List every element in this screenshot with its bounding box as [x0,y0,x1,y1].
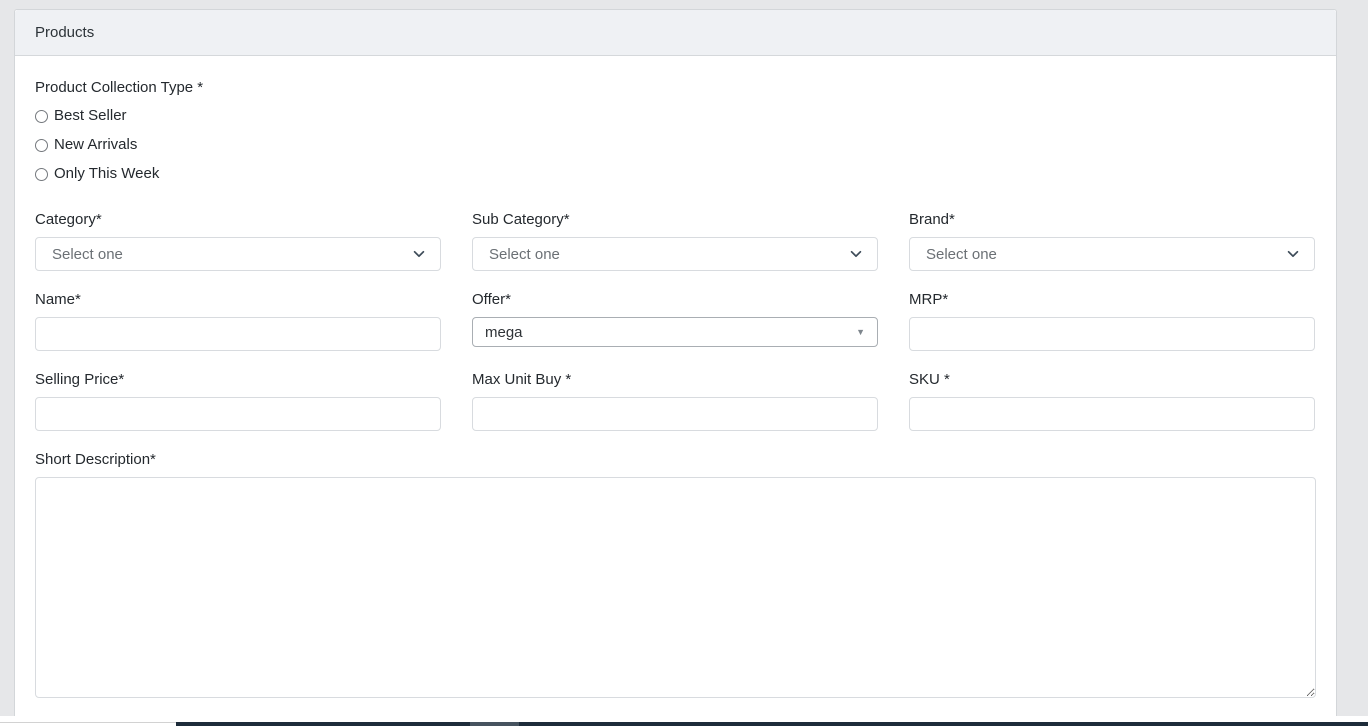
collection-type-radio-group: Best Seller New Arrivals Only This Week [35,109,1316,181]
field-selling-price: Selling Price* [35,372,441,431]
brand-label: Brand* [909,212,1315,227]
radio-option-only-this-week[interactable]: Only This Week [35,167,1316,181]
max-unit-buy-label: Max Unit Buy * [472,372,878,387]
selling-price-label: Selling Price* [35,372,441,387]
chevron-down-icon [1286,247,1300,261]
scrollbar-thumb[interactable] [470,722,519,726]
card-title: Products [35,24,94,41]
field-offer: Offer* mega ▼ [472,292,878,351]
dropdown-arrow-icon: ▼ [856,328,865,337]
category-label: Category* [35,212,441,227]
field-mrp: MRP* [909,292,1315,351]
offer-select-value: mega [485,324,523,341]
radio-button-icon[interactable] [35,139,48,152]
name-input[interactable] [35,317,441,351]
category-select-value: Select one [52,246,123,263]
category-select[interactable]: Select one [35,237,441,271]
short-description-label: Short Description* [35,452,1316,467]
radio-button-icon[interactable] [35,110,48,123]
radio-option-best-seller[interactable]: Best Seller [35,109,1316,123]
brand-select-value: Select one [926,246,997,263]
radio-option-label: New Arrivals [54,138,137,152]
card-body: Product Collection Type * Best Seller Ne… [15,56,1336,698]
sub-category-label: Sub Category* [472,212,878,227]
name-label: Name* [35,292,441,307]
field-name: Name* [35,292,441,351]
chevron-down-icon [412,247,426,261]
mrp-label: MRP* [909,292,1315,307]
card-header: Products [15,10,1336,56]
max-unit-buy-input[interactable] [472,397,878,431]
radio-option-new-arrivals[interactable]: New Arrivals [35,138,1316,152]
field-max-unit-buy: Max Unit Buy * [472,372,878,431]
field-short-description: Short Description* [35,452,1316,698]
field-sku: SKU * [909,372,1315,431]
chevron-down-icon [849,247,863,261]
sub-category-select[interactable]: Select one [472,237,878,271]
sku-input[interactable] [909,397,1315,431]
radio-option-label: Best Seller [54,109,127,123]
field-sub-category: Sub Category* Select one [472,212,878,271]
products-card: Products Product Collection Type * Best … [14,9,1337,716]
offer-label: Offer* [472,292,878,307]
field-grid: Category* Select one Sub Category* Selec… [35,212,1316,431]
brand-select[interactable]: Select one [909,237,1315,271]
radio-option-label: Only This Week [54,167,159,181]
mrp-input[interactable] [909,317,1315,351]
field-brand: Brand* Select one [909,212,1315,271]
bottom-bar-dark-segment [176,722,1368,726]
radio-button-icon[interactable] [35,168,48,181]
sub-category-select-value: Select one [489,246,560,263]
offer-select[interactable]: mega ▼ [472,317,878,347]
field-category: Category* Select one [35,212,441,271]
collection-type-label: Product Collection Type * [35,80,1316,95]
short-description-textarea[interactable] [35,477,1316,698]
selling-price-input[interactable] [35,397,441,431]
sku-label: SKU * [909,372,1315,387]
bottom-peek-bar [0,722,1368,726]
bottom-bar-left-segment [0,722,176,726]
